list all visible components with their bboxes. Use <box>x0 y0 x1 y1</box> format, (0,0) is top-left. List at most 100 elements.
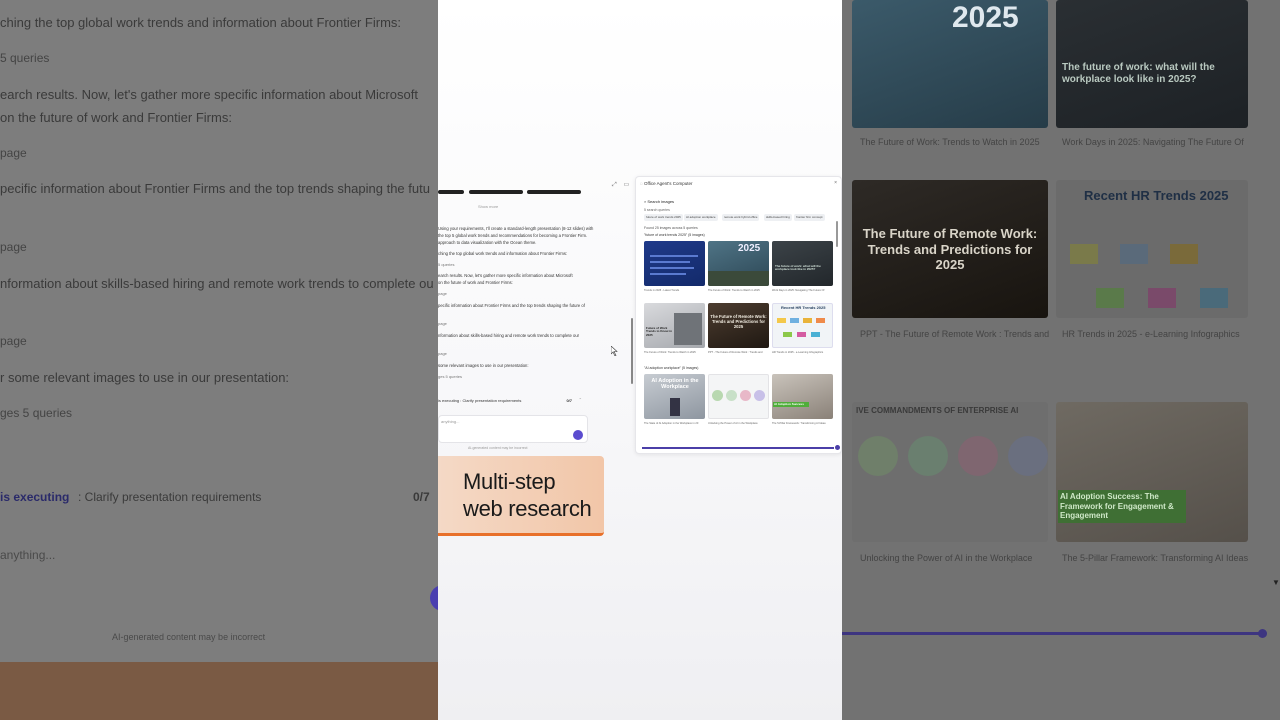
image-title: The future of work: what will the workpl… <box>775 264 821 272</box>
found-count: Found 25 images across 5 queries <box>644 226 698 230</box>
bg-line: nformation about skills-based hiring and… <box>0 276 434 291</box>
execution-status: is executing : Clarify presentation requ… <box>438 397 588 408</box>
image-result[interactable] <box>708 374 769 419</box>
bg-tile-title: The future of work: what will the workpl… <box>1062 62 1215 85</box>
bg-chip: ges 5 queries <box>0 406 73 420</box>
image-caption: The 5-Pillar Framework: Transforming AI … <box>772 422 826 425</box>
bg-tile-caption: Unlocking the Power of AI in the Workpla… <box>860 553 1033 563</box>
image-caption: The State of AI Adoption in the Workplac… <box>644 422 699 425</box>
image-title: AI Adoption in the Workplace <box>651 378 699 391</box>
bg-image-tile: Recent HR Trends 2025 <box>1056 180 1248 318</box>
image-title: Recent HR Trends 2025 <box>781 305 826 310</box>
image-title: 2025 <box>738 243 761 254</box>
status-count: 0/7 <box>566 398 572 403</box>
chevron-up-icon[interactable]: ⌃ <box>579 397 582 402</box>
image-result[interactable]: The Future of Remote Work: Trends and Pr… <box>708 303 769 348</box>
image-caption: The Future of Work: Trends to Watch in 2… <box>708 289 760 292</box>
bg-line: earch results. Now, let's gather more sp… <box>0 87 418 102</box>
focused-demo-panel: Show more Using your requirements, I'll … <box>438 0 842 720</box>
window-title: ◌ Office Agent's Computer <box>640 181 693 186</box>
chat-line: nformation about skills-based hiring and… <box>438 333 580 338</box>
image-result[interactable]: 2025 <box>708 241 769 286</box>
query-group-heading: "future of work trends 2025" (5 images) <box>644 233 705 237</box>
results-scrollbar[interactable] <box>836 221 838 247</box>
image-caption: Unlocking the Power of AI in the Workpla… <box>708 422 758 425</box>
chat-tool-chip[interactable]: page <box>438 321 447 326</box>
chat-line: on the future of work and Frontier Firms… <box>438 280 513 285</box>
chat-line: some relevant images to use in our prese… <box>438 363 529 368</box>
bg-line: ching the top global work trends and inf… <box>0 15 402 30</box>
replay-progress-handle[interactable] <box>835 445 840 450</box>
bg-scroll-down-icon: ▼ <box>1272 578 1280 587</box>
background-right-blurred: 2025 The Future of Work: Trends to Watch… <box>842 0 1280 720</box>
send-button[interactable] <box>573 430 583 440</box>
query-chip[interactable]: skills-based hiring <box>764 214 792 221</box>
image-result[interactable]: AI Adoption Success <box>772 374 833 419</box>
bg-chip: page <box>0 240 27 254</box>
chat-line: the top 5 global work trends and recomme… <box>438 233 588 238</box>
image-title: AI Adoption Success <box>773 402 809 408</box>
image-result[interactable] <box>644 241 705 286</box>
image-caption: Trends in 2025 - Latest Trends <box>644 289 680 292</box>
bg-tile-title: 2025 <box>952 1 1019 34</box>
bg-send-button <box>430 585 438 611</box>
query-chip[interactable]: AI adoption workplace <box>684 214 718 221</box>
chat-scrollbar[interactable] <box>631 318 633 384</box>
image-title: Future of Work Trends to Know in 2025 <box>646 326 672 337</box>
close-icon[interactable]: × <box>834 180 837 186</box>
expand-icon[interactable]: ⤢ <box>612 182 617 188</box>
bg-disclaimer: AI-generated content may be incorrect <box>112 632 266 642</box>
collapsed-message-bars <box>438 190 588 195</box>
query-chip[interactable]: frontier firm concept <box>794 214 825 221</box>
bg-line: pecific information about Frontier Firms… <box>0 181 430 196</box>
search-images-header: ⌕ Search images <box>644 199 675 204</box>
lock-icon: ◌ <box>640 181 643 186</box>
bg-chip: 5 queries <box>0 51 50 65</box>
image-caption: Work Days in 2025: Navigating The Future… <box>772 289 825 292</box>
bg-line: r some relevant images to use in our pre… <box>0 370 290 385</box>
bg-chip: page <box>0 146 27 160</box>
bg-image-tile: The future of work: what will the workpl… <box>1056 0 1248 128</box>
bg-input-placeholder: anything... <box>0 548 56 562</box>
bg-tile-caption: The Future of Work: Trends to Watch in 2… <box>860 137 1040 147</box>
query-chip-list: future of work trends 2025 AI adoption w… <box>644 214 834 222</box>
image-result[interactable]: Future of Work Trends to Know in 2025 <box>644 303 705 348</box>
query-group-heading: "AI adoption workplace" (5 images) <box>644 366 699 370</box>
bg-label-strip <box>0 662 438 720</box>
pane-toolbar: ⤢ ▭ <box>612 181 629 189</box>
monitor-icon[interactable]: ▭ <box>623 182 629 188</box>
chat-tool-chip[interactable]: page <box>438 351 447 356</box>
chat-tool-chip[interactable]: page <box>438 291 447 296</box>
bg-progress-bar <box>842 632 1262 635</box>
chat-input[interactable]: anything... <box>438 415 588 443</box>
mouse-cursor-icon <box>611 346 618 356</box>
bg-image-tile: AI Adoption Success: The Framework for E… <box>1056 402 1248 542</box>
replay-progress-bar[interactable] <box>642 447 834 449</box>
query-chip[interactable]: remote work hybrid office <box>722 214 760 221</box>
chat-tool-chip[interactable]: 5 queries <box>438 262 454 267</box>
show-more-link[interactable]: Show more <box>478 204 498 209</box>
chat-line: Using your requirements, I'll create a s… <box>438 226 594 231</box>
image-result[interactable]: The future of work: what will the workpl… <box>772 241 833 286</box>
image-caption: PPT - The Future of Remote Work : Trends… <box>708 351 763 354</box>
bg-image-tile: The Future of Remote Work: Trends and Pr… <box>852 180 1048 318</box>
image-result[interactable]: AI Adoption in the Workplace <box>644 374 705 419</box>
chat-tool-chip[interactable]: ges 5 queries <box>438 374 462 379</box>
bg-image-tile: IVE COMMANDMENTS OF ENTERPRISE AI <box>852 402 1048 542</box>
bg-image-tile: 2025 <box>852 0 1048 128</box>
agent-computer-window: ◌ Office Agent's Computer × ⌕ Search ima… <box>635 176 842 454</box>
bg-tile-caption: PPT - The Future of Remote Work : Trends… <box>860 329 1050 339</box>
bg-status-task: : Clarify presentation requirements <box>78 490 262 504</box>
query-chip[interactable]: future of work trends 2025 <box>644 214 683 221</box>
bg-tile-title: Recent HR Trends 2025 <box>1084 188 1229 203</box>
image-result[interactable]: Recent HR Trends 2025 <box>772 303 833 348</box>
feature-label-text: Multi-step web research <box>463 469 592 521</box>
search-icon: ⌕ <box>644 199 647 204</box>
bg-tile-title: AI Adoption Success: The Framework for E… <box>1058 490 1186 523</box>
image-caption: The Future of Work: Trends to Watch in 2… <box>644 351 696 354</box>
chat-line: approach to data visualization with the … <box>438 240 537 245</box>
chat-input-placeholder: anything... <box>441 419 460 424</box>
chat-pane: Show more Using your requirements, I'll … <box>438 180 594 450</box>
bg-tile-title: IVE COMMANDMENTS OF ENTERPRISE AI <box>856 406 1019 415</box>
chat-line: pecific information about Frontier Firms… <box>438 303 585 308</box>
